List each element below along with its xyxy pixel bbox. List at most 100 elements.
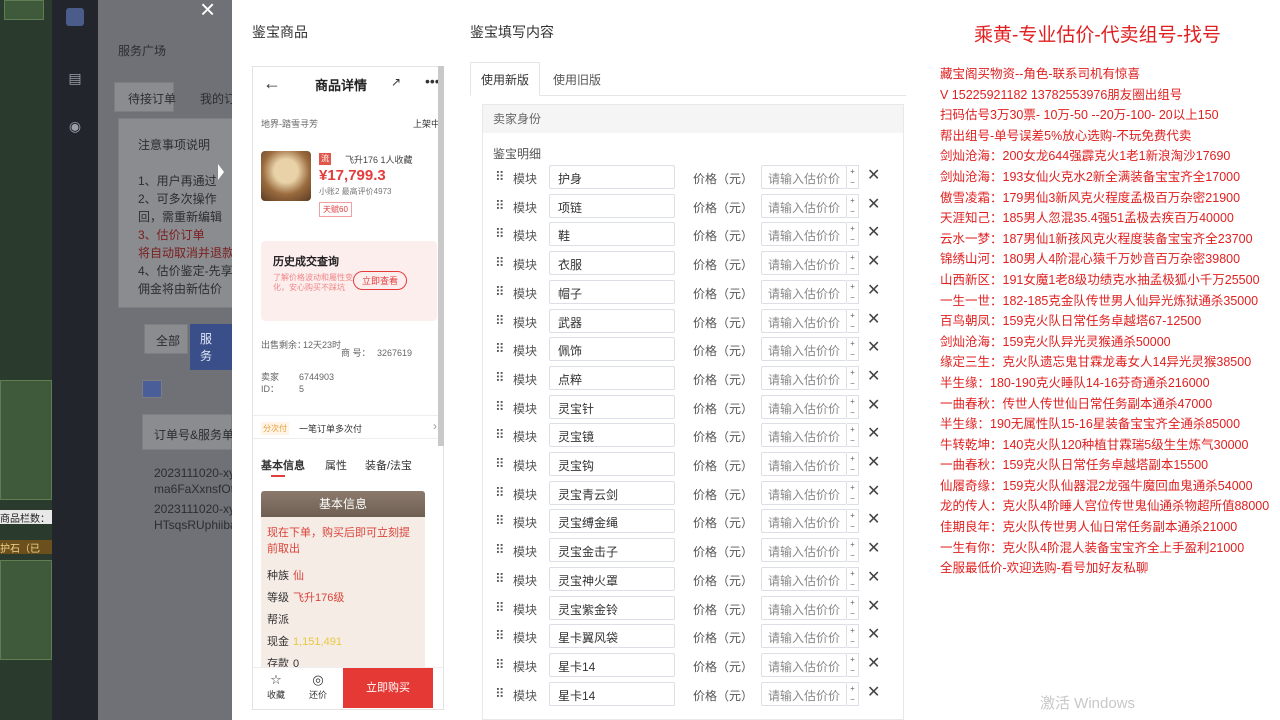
drag-handle-icon[interactable]: ⠿ bbox=[495, 456, 504, 472]
remove-icon[interactable]: ✕ bbox=[867, 682, 880, 702]
remove-icon[interactable]: ✕ bbox=[867, 624, 880, 644]
bg-filter-service[interactable]: 服务 bbox=[190, 324, 232, 370]
drag-handle-icon[interactable]: ⠿ bbox=[495, 657, 504, 673]
module-name-field[interactable]: 护身 bbox=[549, 165, 675, 189]
bg-tab-pending[interactable]: 待接订单 bbox=[128, 90, 176, 107]
price-input[interactable]: 请输入估价价 bbox=[761, 337, 847, 362]
price-stepper[interactable]: + − bbox=[847, 365, 859, 390]
share-icon[interactable]: ↗ bbox=[391, 75, 401, 89]
drag-handle-icon[interactable]: ⠿ bbox=[495, 370, 504, 386]
remove-icon[interactable]: ✕ bbox=[867, 567, 880, 587]
user-icon[interactable]: ◉ bbox=[66, 118, 84, 136]
drag-handle-icon[interactable]: ⠿ bbox=[495, 198, 504, 214]
module-name-field[interactable]: 星卡14 bbox=[549, 652, 675, 677]
remove-icon[interactable]: ✕ bbox=[867, 222, 880, 242]
price-input[interactable]: 请输入估价价 bbox=[761, 452, 847, 476]
grid-icon[interactable] bbox=[142, 380, 162, 398]
remove-icon[interactable]: ✕ bbox=[867, 423, 880, 443]
remove-icon[interactable]: ✕ bbox=[867, 653, 880, 673]
remove-icon[interactable]: ✕ bbox=[867, 337, 880, 357]
module-name-field[interactable]: 灵宝紫金铃 bbox=[549, 595, 675, 620]
drag-handle-icon[interactable]: ⠿ bbox=[495, 313, 504, 329]
drag-handle-icon[interactable]: ⠿ bbox=[495, 628, 504, 644]
price-stepper[interactable]: + − bbox=[847, 423, 859, 448]
price-input[interactable]: 请输入估价价 bbox=[761, 566, 847, 591]
drag-handle-icon[interactable]: ⠿ bbox=[495, 284, 504, 300]
drag-handle-icon[interactable]: ⠿ bbox=[495, 427, 504, 443]
buy-now-button[interactable]: 立即购买 bbox=[343, 668, 433, 708]
module-name-field[interactable]: 帽子 bbox=[549, 279, 675, 304]
price-stepper[interactable]: + − bbox=[847, 222, 859, 247]
drag-handle-icon[interactable]: ⠿ bbox=[495, 399, 504, 415]
module-name-field[interactable]: 佩饰 bbox=[549, 337, 675, 362]
module-name-field[interactable]: 灵宝钩 bbox=[549, 452, 675, 476]
bg-tab-mine[interactable]: 我的订 bbox=[200, 90, 232, 107]
module-name-field[interactable]: 鞋 bbox=[549, 222, 675, 247]
remove-icon[interactable]: ✕ bbox=[867, 309, 880, 329]
price-stepper[interactable]: + − bbox=[847, 452, 859, 476]
price-stepper[interactable]: + − bbox=[847, 509, 859, 534]
drag-handle-icon[interactable]: ⠿ bbox=[495, 226, 504, 242]
price-stepper[interactable]: + − bbox=[847, 480, 859, 505]
preview-scrollbar[interactable] bbox=[438, 66, 444, 446]
module-name-field[interactable]: 星卡翼风袋 bbox=[549, 624, 675, 649]
price-input[interactable]: 请输入估价价 bbox=[761, 308, 847, 333]
remove-icon[interactable]: ✕ bbox=[867, 251, 880, 271]
drag-handle-icon[interactable]: ⠿ bbox=[495, 169, 504, 185]
installment-strip[interactable]: 分次付 一笔订单多次付 › bbox=[253, 415, 443, 439]
history-view-button[interactable]: 立即查看 bbox=[353, 271, 408, 290]
price-stepper[interactable]: + − bbox=[847, 279, 859, 304]
bargain-button[interactable]: ◎ 还价 bbox=[309, 672, 327, 701]
module-name-field[interactable]: 项链 bbox=[549, 193, 675, 218]
module-name-field[interactable]: 灵宝金击子 bbox=[549, 538, 675, 563]
price-stepper[interactable]: + − bbox=[847, 566, 859, 591]
price-stepper[interactable]: + − bbox=[847, 681, 859, 706]
logo-icon[interactable] bbox=[66, 8, 84, 26]
module-name-field[interactable]: 灵宝缚金绳 bbox=[549, 509, 675, 534]
remove-icon[interactable]: ✕ bbox=[867, 481, 880, 501]
drag-handle-icon[interactable]: ⠿ bbox=[495, 686, 504, 702]
module-name-field[interactable]: 灵宝针 bbox=[549, 394, 675, 419]
drag-handle-icon[interactable]: ⠿ bbox=[495, 255, 504, 271]
price-input[interactable]: 请输入估价价 bbox=[761, 624, 847, 649]
module-name-field[interactable]: 灵宝镜 bbox=[549, 423, 675, 448]
tab-old-version[interactable]: 使用旧版 bbox=[542, 62, 612, 96]
remove-icon[interactable]: ✕ bbox=[867, 165, 880, 185]
remove-icon[interactable]: ✕ bbox=[867, 538, 880, 558]
tab-attributes[interactable]: 属性 bbox=[325, 457, 347, 473]
remove-icon[interactable]: ✕ bbox=[867, 452, 880, 472]
drag-handle-icon[interactable]: ⠿ bbox=[495, 513, 504, 529]
module-name-field[interactable]: 武器 bbox=[549, 308, 675, 333]
tab-new-version[interactable]: 使用新版 bbox=[470, 62, 541, 96]
remove-icon[interactable]: ✕ bbox=[867, 395, 880, 415]
drag-handle-icon[interactable]: ⠿ bbox=[495, 542, 504, 558]
price-stepper[interactable]: + − bbox=[847, 337, 859, 362]
favorite-button[interactable]: ☆ 收藏 bbox=[267, 672, 285, 701]
chart-icon[interactable]: ▤ bbox=[66, 70, 84, 88]
price-input[interactable]: 请输入估价价 bbox=[761, 165, 847, 189]
module-name-field[interactable]: 灵宝神火罩 bbox=[549, 566, 675, 591]
price-stepper[interactable]: + − bbox=[847, 165, 859, 189]
price-input[interactable]: 请输入估价价 bbox=[761, 251, 847, 276]
price-input[interactable]: 请输入估价价 bbox=[761, 652, 847, 677]
remove-icon[interactable]: ✕ bbox=[867, 509, 880, 529]
tab-basic-info[interactable]: 基本信息 bbox=[261, 457, 305, 473]
drag-handle-icon[interactable]: ⠿ bbox=[495, 485, 504, 501]
back-arrow-icon[interactable]: ← bbox=[263, 73, 281, 94]
price-input[interactable]: 请输入估价价 bbox=[761, 394, 847, 419]
close-icon[interactable]: × bbox=[200, 0, 215, 25]
drag-handle-icon[interactable]: ⠿ bbox=[495, 571, 504, 587]
drag-handle-icon[interactable]: ⠿ bbox=[495, 600, 504, 616]
price-input[interactable]: 请输入估价价 bbox=[761, 193, 847, 218]
remove-icon[interactable]: ✕ bbox=[867, 596, 880, 616]
price-input[interactable]: 请输入估价价 bbox=[761, 222, 847, 247]
price-input[interactable]: 请输入估价价 bbox=[761, 279, 847, 304]
remove-icon[interactable]: ✕ bbox=[867, 194, 880, 214]
drag-handle-icon[interactable]: ⠿ bbox=[495, 341, 504, 357]
price-stepper[interactable]: + − bbox=[847, 652, 859, 677]
module-name-field[interactable]: 衣服 bbox=[549, 251, 675, 276]
price-input[interactable]: 请输入估价价 bbox=[761, 480, 847, 505]
module-name-field[interactable]: 星卡14 bbox=[549, 681, 675, 706]
price-stepper[interactable]: + − bbox=[847, 538, 859, 563]
price-stepper[interactable]: + − bbox=[847, 595, 859, 620]
